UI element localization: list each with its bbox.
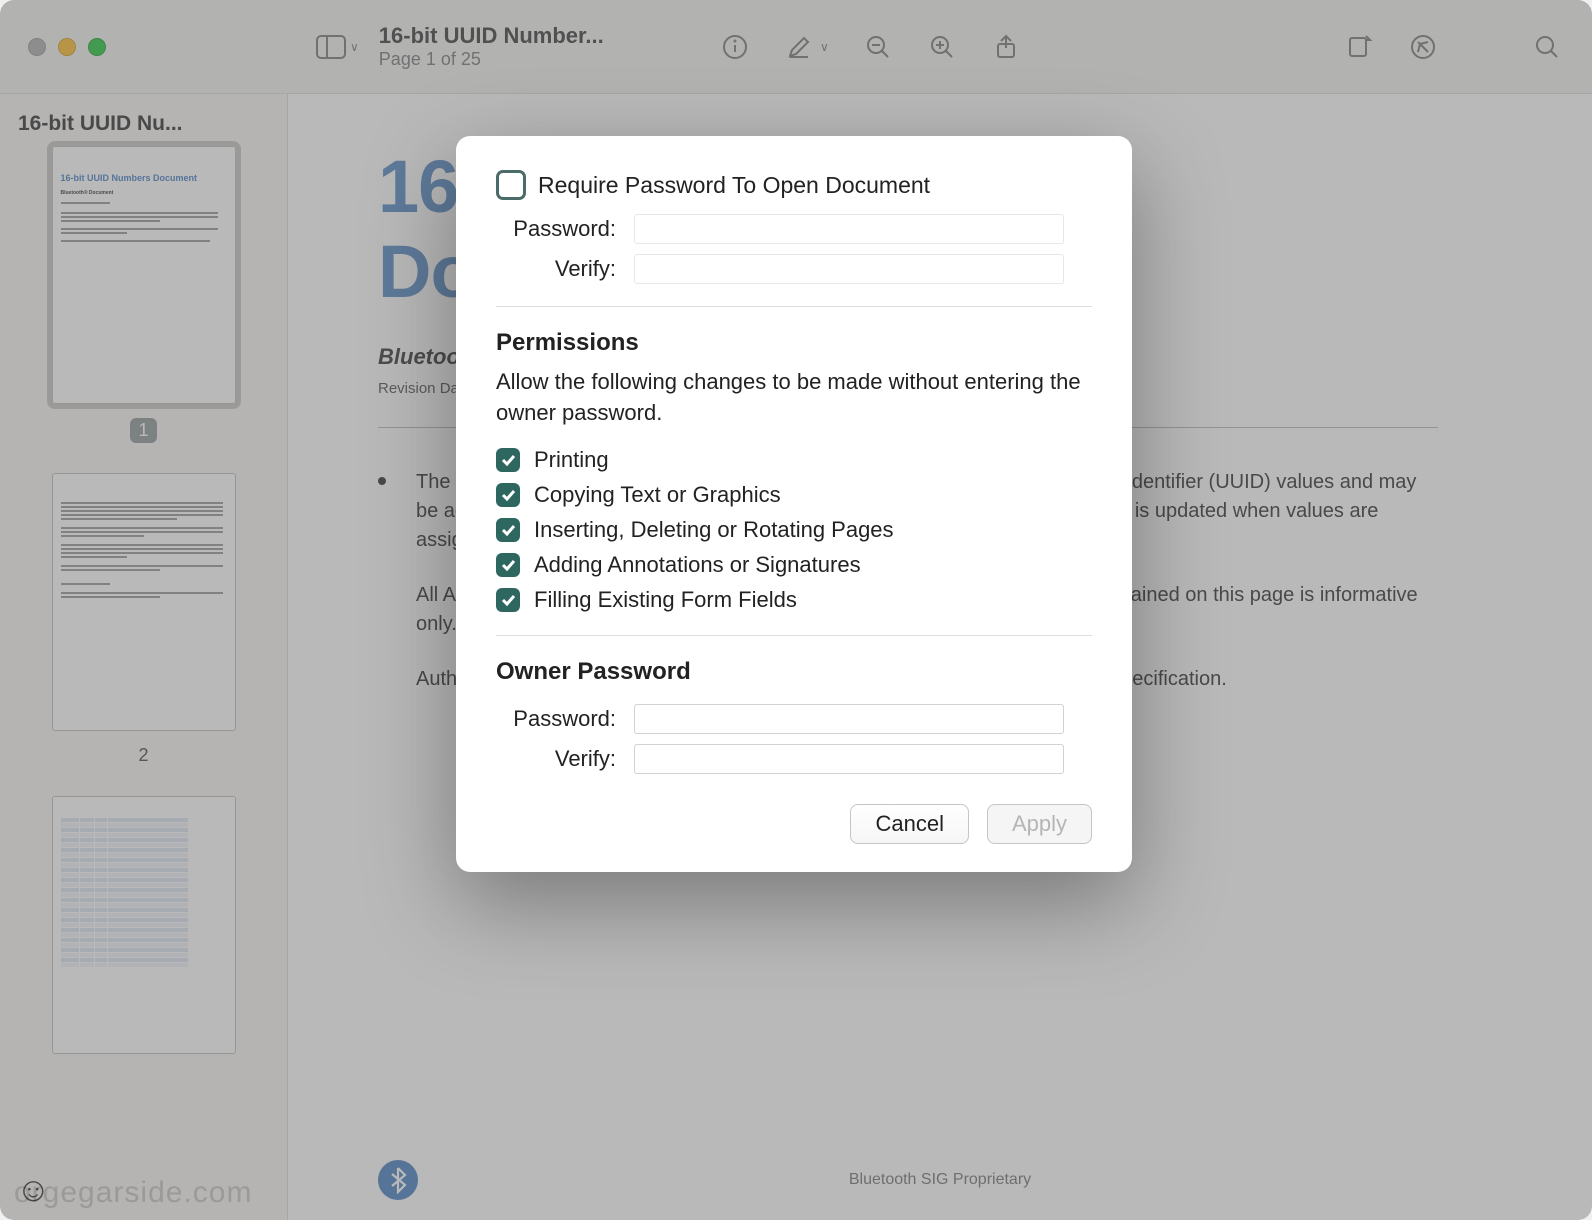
permissions-description: Allow the following changes to be made w… bbox=[496, 367, 1092, 429]
require-password-checkbox[interactable] bbox=[496, 170, 526, 200]
permissions-dialog: Require Password To Open Document Passwo… bbox=[456, 136, 1132, 872]
toolbar-right bbox=[1344, 0, 1562, 93]
page-number-1: 1 bbox=[130, 418, 156, 443]
permission-row: Copying Text or Graphics bbox=[496, 482, 1092, 508]
sidebar-view-toggle[interactable]: ∨ bbox=[316, 34, 359, 60]
thumbnail-page-1[interactable]: 16-bit UUID Numbers Document Bluetooth® … bbox=[52, 146, 236, 404]
markup-button[interactable]: ∨ bbox=[784, 34, 829, 60]
page-number-2: 2 bbox=[138, 745, 148, 766]
highlight-icon[interactable] bbox=[1408, 34, 1438, 60]
rotate-icon[interactable] bbox=[1344, 34, 1374, 60]
thumbnails-sidebar: 16-bit UUID Nu... 16-bit UUID Numbers Do… bbox=[0, 94, 288, 1220]
title-block: 16-bit UUID Number... Page 1 of 25 bbox=[379, 23, 604, 70]
permission-label: Copying Text or Graphics bbox=[534, 482, 781, 508]
share-icon[interactable] bbox=[991, 34, 1021, 60]
chevron-down-icon: ∨ bbox=[820, 40, 829, 54]
zoom-in-icon[interactable] bbox=[927, 34, 957, 60]
open-password-input[interactable] bbox=[634, 214, 1064, 244]
apply-button[interactable]: Apply bbox=[987, 804, 1092, 844]
permissions-title: Permissions bbox=[496, 329, 1092, 357]
face-icon: ☺ bbox=[16, 1171, 51, 1210]
owner-password-input[interactable] bbox=[634, 704, 1064, 734]
info-icon[interactable] bbox=[720, 34, 750, 60]
bluetooth-logo-icon bbox=[378, 1160, 418, 1200]
permission-row: Printing bbox=[496, 447, 1092, 473]
permission-checkbox[interactable] bbox=[496, 588, 520, 612]
permission-row: Adding Annotations or Signatures bbox=[496, 552, 1092, 578]
page-indicator: Page 1 of 25 bbox=[379, 49, 604, 70]
thumbnail-2-wrap[interactable]: 2 bbox=[0, 473, 287, 766]
permission-checkbox[interactable] bbox=[496, 448, 520, 472]
require-password-label: Require Password To Open Document bbox=[538, 172, 930, 199]
maximize-window-button[interactable] bbox=[88, 38, 106, 56]
zoom-out-icon[interactable] bbox=[863, 34, 893, 60]
owner-password-label: Password: bbox=[496, 706, 616, 732]
thumbnail-1-wrap[interactable]: 16-bit UUID Numbers Document Bluetooth® … bbox=[0, 146, 287, 443]
pencil-icon bbox=[784, 34, 814, 60]
close-window-button[interactable] bbox=[28, 38, 46, 56]
bullet-icon bbox=[378, 477, 386, 485]
permission-label: Inserting, Deleting or Rotating Pages bbox=[534, 517, 894, 543]
permission-label: Adding Annotations or Signatures bbox=[534, 552, 861, 578]
owner-password-title: Owner Password bbox=[496, 658, 1092, 686]
thumbnail-page-2[interactable] bbox=[52, 473, 236, 731]
permissions-list: Printing Copying Text or Graphics Insertin… bbox=[496, 447, 1092, 613]
open-password-label: Password: bbox=[496, 216, 616, 242]
permission-row: Filling Existing Form Fields bbox=[496, 587, 1092, 613]
cancel-button[interactable]: Cancel bbox=[850, 804, 968, 844]
window-controls bbox=[28, 38, 106, 56]
thumbnail-page-3[interactable] bbox=[52, 796, 236, 1054]
owner-verify-input[interactable] bbox=[634, 744, 1064, 774]
footer-text: Bluetooth SIG Proprietary bbox=[849, 1171, 1031, 1189]
search-icon[interactable] bbox=[1532, 34, 1562, 60]
titlebar: ∨ 16-bit UUID Number... Page 1 of 25 ∨ bbox=[0, 0, 1592, 94]
owner-verify-label: Verify: bbox=[496, 746, 616, 772]
thumbnail-3-wrap[interactable] bbox=[0, 796, 287, 1054]
permission-row: Inserting, Deleting or Rotating Pages bbox=[496, 517, 1092, 543]
sidebar-doc-title: 16-bit UUID Nu... bbox=[0, 108, 287, 146]
app-window: ∨ 16-bit UUID Number... Page 1 of 25 ∨ 1… bbox=[0, 0, 1592, 1220]
minimize-window-button[interactable] bbox=[58, 38, 76, 56]
doc-footer: Bluetooth SIG Proprietary bbox=[378, 1160, 1502, 1200]
open-verify-label: Verify: bbox=[496, 256, 616, 282]
sidebar-icon bbox=[316, 34, 346, 60]
chevron-down-icon: ∨ bbox=[350, 40, 359, 54]
permission-label: Filling Existing Form Fields bbox=[534, 587, 797, 613]
permission-checkbox[interactable] bbox=[496, 483, 520, 507]
permission-checkbox[interactable] bbox=[496, 518, 520, 542]
document-title: 16-bit UUID Number... bbox=[379, 23, 604, 49]
toolbar-mid: ∨ bbox=[720, 0, 1021, 93]
open-verify-input[interactable] bbox=[634, 254, 1064, 284]
permission-checkbox[interactable] bbox=[496, 553, 520, 577]
permission-label: Printing bbox=[534, 447, 609, 473]
